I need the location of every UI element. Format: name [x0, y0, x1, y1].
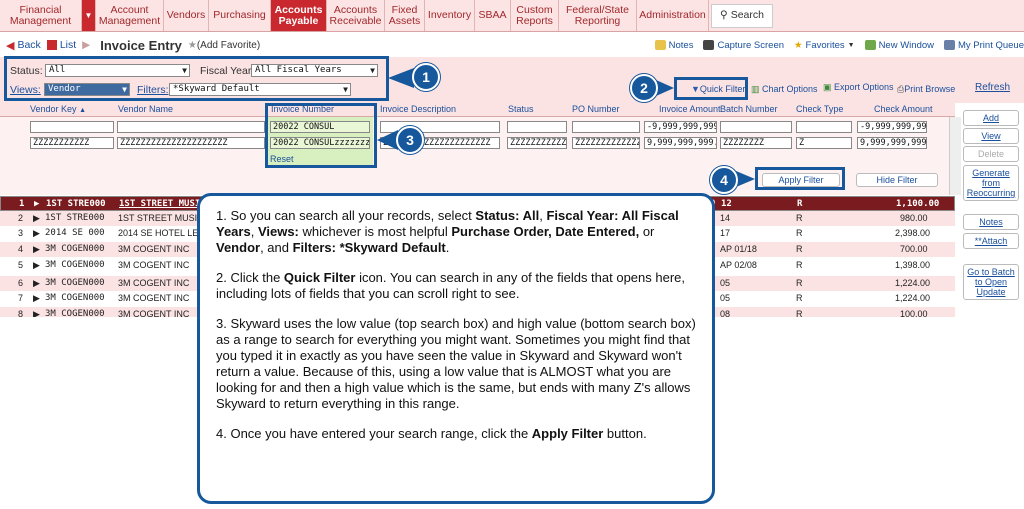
- callout-badge-3: 3: [396, 126, 424, 154]
- callout-badge-2: 2: [630, 74, 658, 102]
- pointer-4: [736, 171, 755, 187]
- instruction-step-3: 3. Skyward uses the low value (top searc…: [216, 316, 696, 411]
- pointer-1: [388, 68, 414, 88]
- callout-badge-1: 1: [412, 63, 440, 91]
- instruction-step-4: 4. Once you have entered your search ran…: [216, 426, 647, 441]
- instruction-step-2: 2. Click the Quick Filter icon. You can …: [216, 270, 686, 301]
- pointer-2: [656, 80, 674, 96]
- instructions-panel: 1. So you can search all your records, s…: [197, 193, 715, 504]
- pointer-3: [377, 130, 398, 150]
- instruction-step-1: 1. So you can search all your records, s…: [216, 208, 679, 255]
- callout-badge-4: 4: [710, 166, 738, 194]
